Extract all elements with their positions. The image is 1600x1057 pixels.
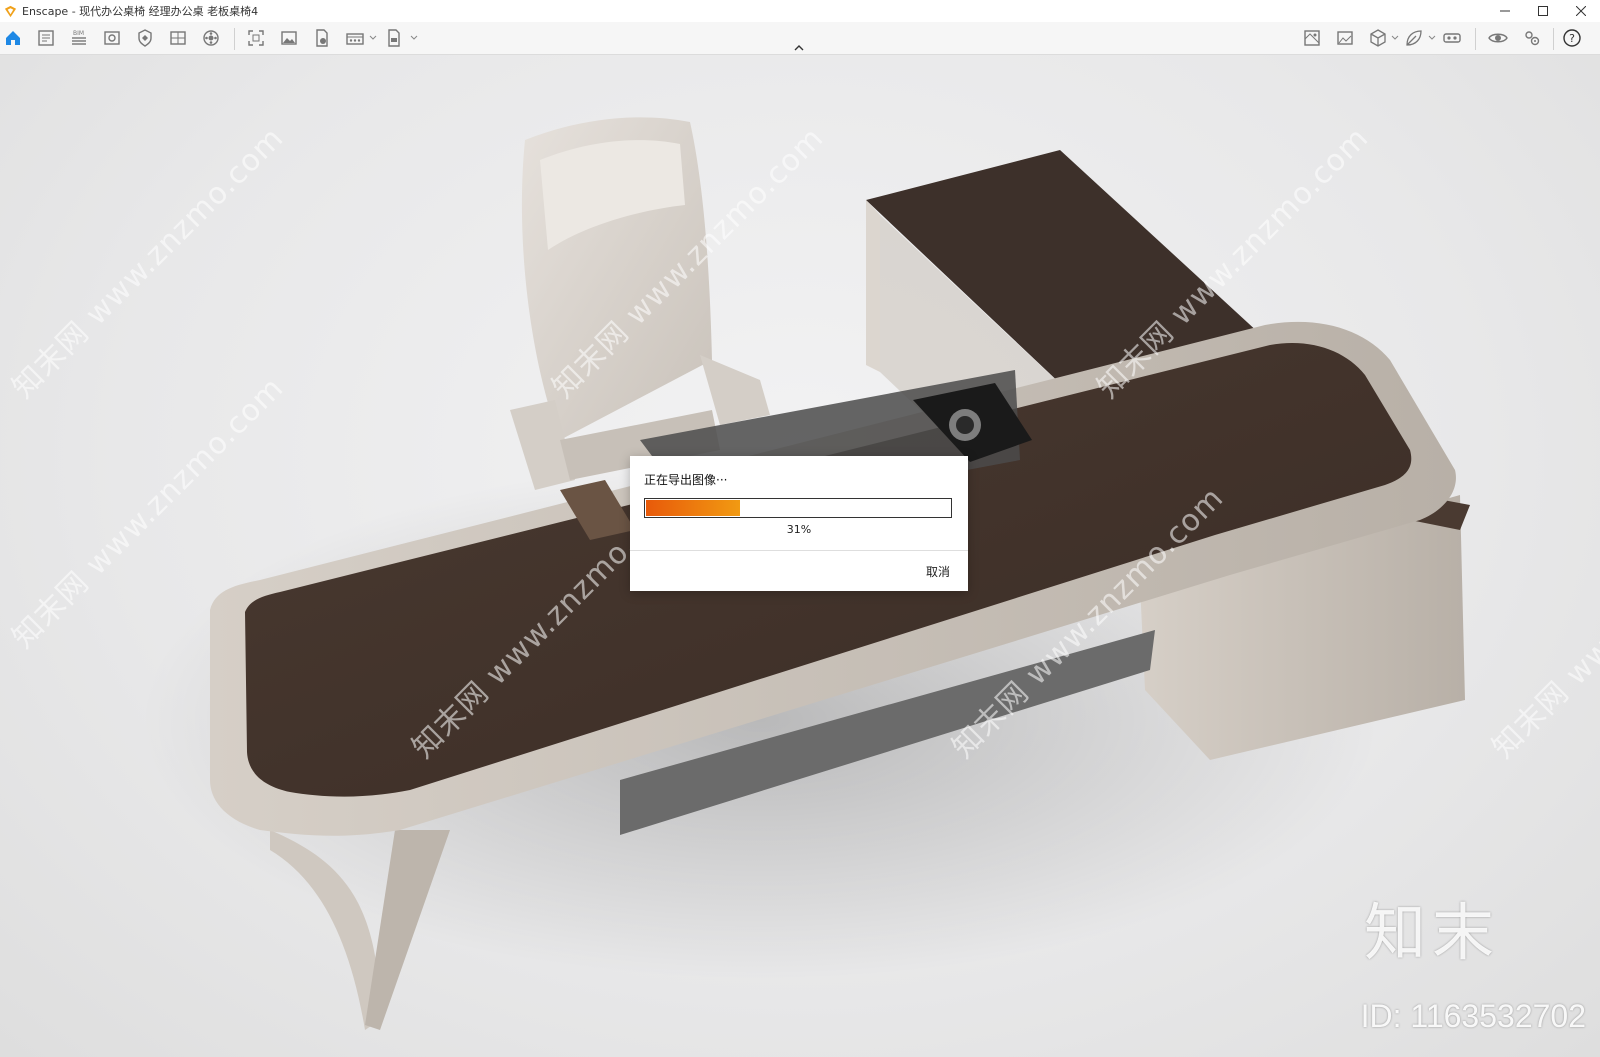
- id-watermark: ID: 1163532702: [1360, 998, 1586, 1034]
- settings-map-icon[interactable]: [1300, 26, 1324, 50]
- batch-render-dropdown-icon[interactable]: [369, 34, 377, 42]
- bim-icon[interactable]: BIM: [67, 26, 91, 50]
- exe-export-dropdown-icon[interactable]: [410, 34, 418, 42]
- screenshot-icon[interactable]: [244, 26, 268, 50]
- dialog-divider: [630, 550, 968, 551]
- view-icon[interactable]: [100, 26, 124, 50]
- shield-icon[interactable]: [133, 26, 157, 50]
- export-progress-dialog: 正在导出图像··· 31% 取消: [630, 456, 968, 591]
- vr-headset-icon[interactable]: [1440, 26, 1464, 50]
- toolbar-separator: [234, 28, 235, 50]
- toolbar-separator: [1553, 28, 1554, 50]
- image-icon[interactable]: [277, 26, 301, 50]
- window-title: Enscape - 现代办公桌椅 经理办公桌 老板桌椅4: [22, 5, 259, 18]
- cube-icon[interactable]: [1366, 26, 1390, 50]
- maximize-icon[interactable]: [1524, 0, 1562, 22]
- settings-icon[interactable]: [1520, 26, 1544, 50]
- progress-bar-fill: [646, 500, 741, 516]
- leaf-icon[interactable]: [1402, 26, 1426, 50]
- export-file-icon[interactable]: [310, 26, 334, 50]
- panel-icon[interactable]: [166, 26, 190, 50]
- enscape-logo-icon: [4, 5, 17, 17]
- brand-watermark: 知末: [1363, 896, 1500, 969]
- asset-library-icon[interactable]: [199, 26, 223, 50]
- help-label: ?: [1569, 32, 1575, 45]
- progress-percent: 31%: [786, 523, 812, 536]
- close-icon[interactable]: [1562, 0, 1600, 22]
- help-icon[interactable]: ?: [1560, 26, 1584, 50]
- toolbar-separator: [1475, 28, 1476, 50]
- progress-bar: [644, 498, 952, 518]
- bim-label: BIM: [73, 30, 84, 37]
- dialog-title: 正在导出图像···: [644, 473, 728, 487]
- collapse-toolbar-icon[interactable]: [792, 43, 806, 53]
- image-export-icon[interactable]: [1333, 26, 1357, 50]
- visibility-icon[interactable]: [1486, 26, 1510, 50]
- cancel-button[interactable]: 取消: [926, 563, 950, 580]
- document-icon[interactable]: [34, 26, 58, 50]
- cube-dropdown-icon[interactable]: [1391, 34, 1399, 42]
- exe-export-icon[interactable]: [382, 26, 406, 50]
- batch-render-icon[interactable]: [343, 26, 367, 50]
- title-bar: Enscape - 现代办公桌椅 经理办公桌 老板桌椅4: [0, 0, 1600, 22]
- home-icon[interactable]: [1, 26, 25, 50]
- minimize-icon[interactable]: [1486, 0, 1524, 22]
- leaf-dropdown-icon[interactable]: [1428, 34, 1436, 42]
